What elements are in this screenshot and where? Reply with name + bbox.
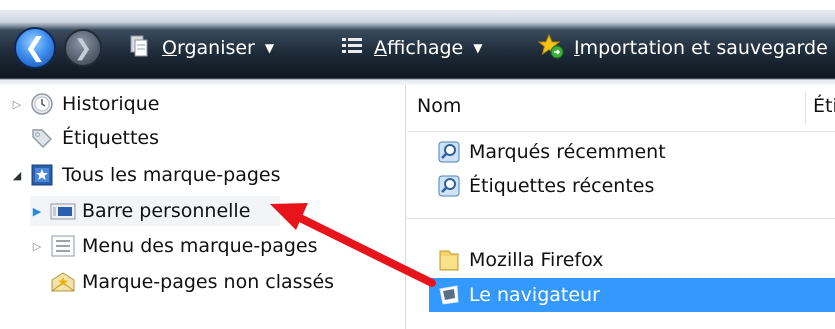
column-header-etiquettes[interactable]: Éti [813, 95, 835, 117]
toolbar-folder-icon [50, 199, 76, 223]
smart-folder-search-icon [437, 140, 461, 164]
list-item[interactable]: Étiquettes récentes [437, 169, 654, 203]
sidebar-item-etiquettes[interactable]: Étiquettes [10, 123, 159, 153]
sidebar-item-label: Marque-pages non classés [82, 271, 335, 293]
importation-menu[interactable]: Importation et sauvegarde [537, 33, 828, 64]
affichage-label-rest: ffichage [387, 37, 464, 59]
forward-button[interactable]: ❯ [64, 29, 102, 67]
sidebar-item-label: Tous les marque-pages [62, 164, 281, 186]
sidebar-item-historique[interactable]: ▷ Historique [10, 89, 160, 119]
back-button[interactable]: ❮ [14, 27, 56, 69]
importation-label-rest: mportation et sauvegarde [579, 37, 828, 59]
list-item-label: Le navigateur [469, 284, 600, 306]
forward-arrow-icon: ❯ [73, 35, 93, 61]
sidebar-item-tous-les-marque-pages[interactable]: ◢ Tous les marque-pages [10, 160, 281, 190]
separator [407, 218, 835, 219]
menu-list-icon [50, 234, 75, 258]
sidebar-item-label: Étiquettes [62, 127, 160, 149]
column-header-nom[interactable]: Nom [417, 95, 461, 117]
unsorted-bookmarks-icon [50, 270, 75, 294]
list-item-label: Étiquettes récentes [469, 175, 655, 197]
pane-divider[interactable] [405, 85, 406, 329]
chevron-down-icon: ▼ [264, 41, 275, 55]
folder-icon [437, 248, 461, 272]
list-item-label: Mozilla Firefox [469, 249, 604, 271]
bookmark-page-icon [437, 283, 461, 307]
sidebar-item-barre-personnelle[interactable]: ▶ Barre personnelle [30, 196, 280, 226]
sidebar-item-label: Menu des marque-pages [82, 235, 318, 257]
view-list-icon [340, 34, 364, 63]
affichage-menu[interactable]: Affichage ▼ [340, 33, 483, 63]
list-item-label: Marqués récemment [469, 141, 666, 163]
expand-arrow-icon[interactable]: ▷ [10, 98, 24, 111]
bookmark-list: Nom Éti Marqués récemment Étiquettes réc… [407, 85, 835, 329]
column-resize-handle[interactable] [805, 91, 806, 125]
organiser-menu[interactable]: Organiser ▼ [128, 33, 274, 63]
affichage-label-first: A [374, 37, 387, 59]
list-item-selected[interactable]: Le navigateur [437, 278, 600, 312]
collapse-arrow-icon[interactable]: ◢ [10, 169, 24, 182]
organiser-label-first: O [162, 37, 177, 59]
expand-arrow-icon[interactable]: ▶ [30, 205, 44, 218]
sidebar-item-menu-des-marque-pages[interactable]: ▷ Menu des marque-pages [30, 231, 318, 261]
toolbar: ❮ ❯ Organiser ▼ Affichage ▼ I mportation… [0, 0, 835, 85]
history-clock-icon [30, 92, 54, 116]
organiser-label-rest: rganiser [176, 37, 255, 59]
sidebar: ▷ Historique Étiquettes ◢ Tous les marqu… [0, 85, 406, 329]
import-star-icon [537, 33, 564, 64]
sidebar-item-marque-pages-non-classes[interactable]: Marque-pages non classés [44, 267, 334, 297]
list-item[interactable]: Mozilla Firefox [437, 243, 603, 277]
column-header-bar: Nom Éti [407, 85, 835, 132]
expand-arrow-icon[interactable]: ▷ [30, 240, 44, 253]
sidebar-item-label: Barre personnelle [82, 200, 251, 222]
chevron-down-icon: ▼ [473, 41, 483, 55]
list-item[interactable]: Marqués récemment [437, 135, 666, 169]
organize-icon [128, 34, 152, 63]
back-arrow-icon: ❮ [24, 33, 46, 63]
tag-icon [30, 126, 54, 150]
smart-folder-search-icon [437, 174, 461, 198]
bookmarks-library-icon [30, 163, 54, 187]
sidebar-item-label: Historique [62, 93, 160, 115]
